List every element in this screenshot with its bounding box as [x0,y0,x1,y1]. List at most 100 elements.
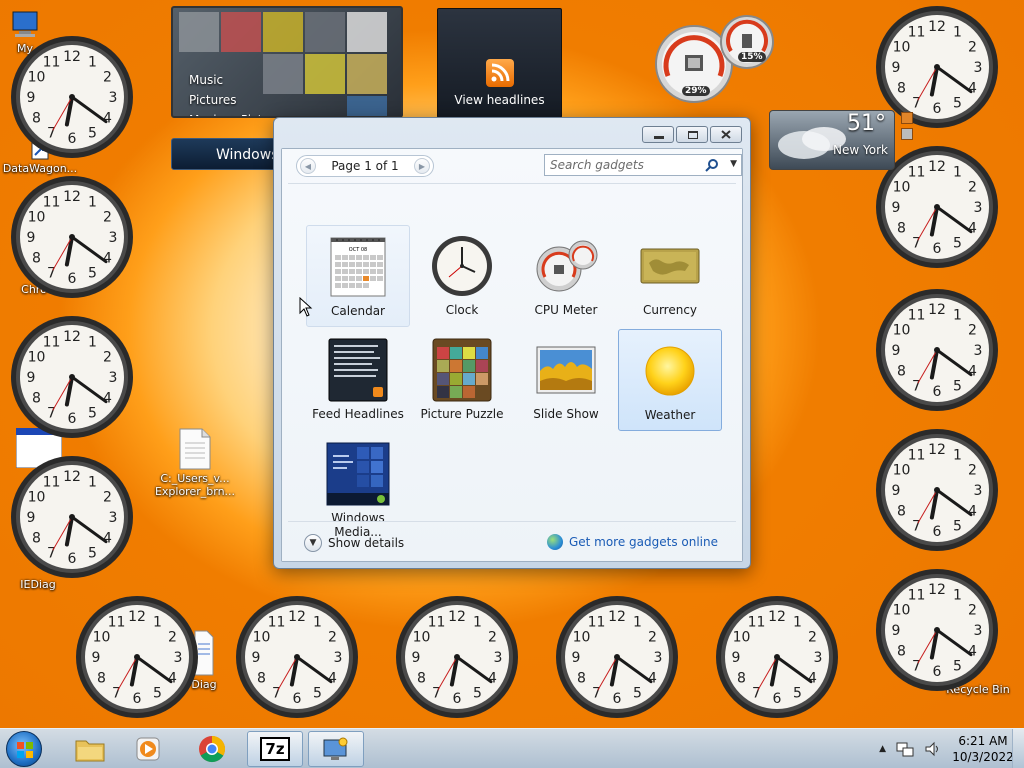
svg-text:2: 2 [968,180,977,196]
taskbar-media-player[interactable] [120,731,176,767]
gadget-item-slide-show[interactable]: Slide Show [514,329,618,431]
weather-icon [645,346,695,396]
media-center-menu: Music Pictures Music + Pictures [189,70,288,116]
gadget-item-clock[interactable]: Clock [410,225,514,327]
svg-text:10: 10 [253,630,271,646]
desktop-icon-iediag[interactable]: IEDiag [12,578,64,591]
gadget-controls [898,110,916,170]
clock-icon: 1234567891011 12 [11,176,133,298]
cpu-meter-gadget[interactable]: 29% 15% [654,14,778,104]
taskbar-chrome[interactable] [184,731,240,767]
gadget-gallery-window: ◀ Page 1 of 1 ▶ Search gadgets ▼ OCT 08 [273,117,751,569]
larger-size-icon[interactable] [901,112,913,124]
gadget-item-feed-headlines[interactable]: Feed Headlines [306,329,410,431]
media-menu-item[interactable]: Music + Pictures [189,110,288,116]
clock-gadget[interactable]: 1 2 3 4 5 6 7 8 9 10 11 12 [10,455,134,579]
svg-text:11: 11 [748,614,766,630]
desktop-icon-label: C:_Users_v... Explorer_brn... [154,472,236,498]
svg-text:12: 12 [928,302,946,318]
get-more-gadgets-link[interactable]: Get more gadgets online [546,534,718,550]
media-menu-item[interactable]: Music [189,70,288,90]
svg-text:11: 11 [908,24,926,40]
svg-text:10: 10 [893,603,911,619]
clock-gadget[interactable]: 1 2 3 4 5 6 7 8 9 10 11 12 [715,595,839,719]
clock-icon: 1234567891011 12 [11,316,133,438]
svg-text:1: 1 [953,447,962,463]
show-hidden-icons-icon[interactable]: ▲ [879,744,886,754]
svg-text:8: 8 [577,671,586,687]
clock-icon: 1234567891011 12 [716,596,838,718]
svg-text:8: 8 [897,81,906,97]
gadget-item-label: Feed Headlines [312,407,404,421]
gadget-item-calendar[interactable]: OCT 08 Calendar [306,225,410,327]
clock-gadget[interactable]: 1 2 3 4 5 6 7 8 9 10 11 12 [10,315,134,439]
desktop-icon-label: IEDiag [20,578,56,591]
picture-puzzle-icon [432,338,492,402]
search-icon[interactable] [705,158,719,172]
feed-headlines-gadget[interactable]: View headlines [437,8,562,118]
show-details-button[interactable]: ▼ Show details [304,534,404,552]
gadget-item-label: Weather [644,408,696,422]
close-button[interactable] [710,126,742,143]
desktop-icon-text-file[interactable]: C:_Users_v... Explorer_brn... [154,428,236,498]
svg-text:1: 1 [793,614,802,630]
maximize-button[interactable] [676,126,708,143]
clock-gadget[interactable]: 1 2 3 4 5 6 7 8 9 10 11 12 [10,35,134,159]
svg-text:6: 6 [613,691,622,707]
clock-gadget[interactable]: 1 2 3 4 5 6 7 8 9 10 11 12 [875,428,999,552]
show-desktop-button[interactable] [1012,729,1024,768]
previous-page-button[interactable]: ◀ [300,158,316,174]
clock-gadget[interactable]: 1 2 3 4 5 6 7 8 9 10 11 12 [75,595,199,719]
svg-text:1: 1 [473,614,482,630]
network-icon[interactable] [896,741,914,757]
chevron-down-icon[interactable]: ▼ [730,159,737,169]
svg-text:2: 2 [103,70,112,86]
taskbar: 7z ▲ 6:21 AM 10/3/2022 [0,728,1024,768]
volume-icon[interactable] [924,741,942,757]
svg-text:9: 9 [252,650,261,666]
svg-text:12: 12 [448,609,466,625]
minimize-button[interactable] [642,126,674,143]
svg-text:12: 12 [128,609,146,625]
gadget-item-windows-media-center[interactable]: Windows Media... [306,433,410,539]
media-menu-item[interactable]: Pictures [189,90,288,110]
svg-text:11: 11 [43,194,61,210]
cpu-usage-value: 29% [682,86,710,96]
taskbar-desktop-gadgets[interactable] [308,731,364,767]
gadget-item-weather[interactable]: Weather [618,329,722,431]
feed-headlines-icon [328,338,388,402]
taskbar-windows-explorer[interactable] [62,731,118,767]
svg-text:2: 2 [103,350,112,366]
media-center-gadget[interactable]: Music Pictures Music + Pictures [171,6,403,118]
clock-gadget[interactable]: 1 2 3 4 5 6 7 8 9 10 11 12 [875,568,999,692]
svg-text:6: 6 [68,131,77,147]
clock-gadget[interactable]: 1 2 3 4 5 6 7 8 9 10 11 12 [555,595,679,719]
svg-text:8: 8 [97,671,106,687]
svg-text:4: 4 [103,391,112,407]
gadget-item-picture-puzzle[interactable]: Picture Puzzle [410,329,514,431]
taskbar-7-zip[interactable]: 7z [247,731,303,767]
svg-text:9: 9 [892,200,901,216]
svg-text:6: 6 [293,691,302,707]
svg-text:1: 1 [88,334,97,350]
drag-handle-icon[interactable] [901,128,913,140]
svg-text:3: 3 [174,650,183,666]
weather-gadget[interactable]: 51° New York [769,110,895,170]
svg-text:1: 1 [953,24,962,40]
clock-display[interactable]: 6:21 AM 10/3/2022 [952,733,1014,765]
start-button[interactable] [6,731,42,767]
clock-gadget[interactable]: 1 2 3 4 5 6 7 8 9 10 11 12 [10,175,134,299]
clock-gadget[interactable]: 1 2 3 4 5 6 7 8 9 10 11 12 [395,595,519,719]
gadget-item-currency[interactable]: Currency [618,225,722,327]
clock-gadget[interactable]: 1 2 3 4 5 6 7 8 9 10 11 12 [875,288,999,412]
svg-text:3: 3 [109,370,118,386]
svg-text:11: 11 [43,54,61,70]
clock-gadget[interactable]: 1 2 3 4 5 6 7 8 9 10 11 12 [235,595,359,719]
svg-text:2: 2 [968,603,977,619]
next-page-button[interactable]: ▶ [414,158,430,174]
search-gadgets-input[interactable]: Search gadgets ▼ [544,154,742,176]
taskbar-date: 10/3/2022 [952,750,1014,764]
svg-text:12: 12 [928,582,946,598]
gadget-item-cpu-meter[interactable]: CPU Meter [514,225,618,327]
svg-text:10: 10 [733,630,751,646]
